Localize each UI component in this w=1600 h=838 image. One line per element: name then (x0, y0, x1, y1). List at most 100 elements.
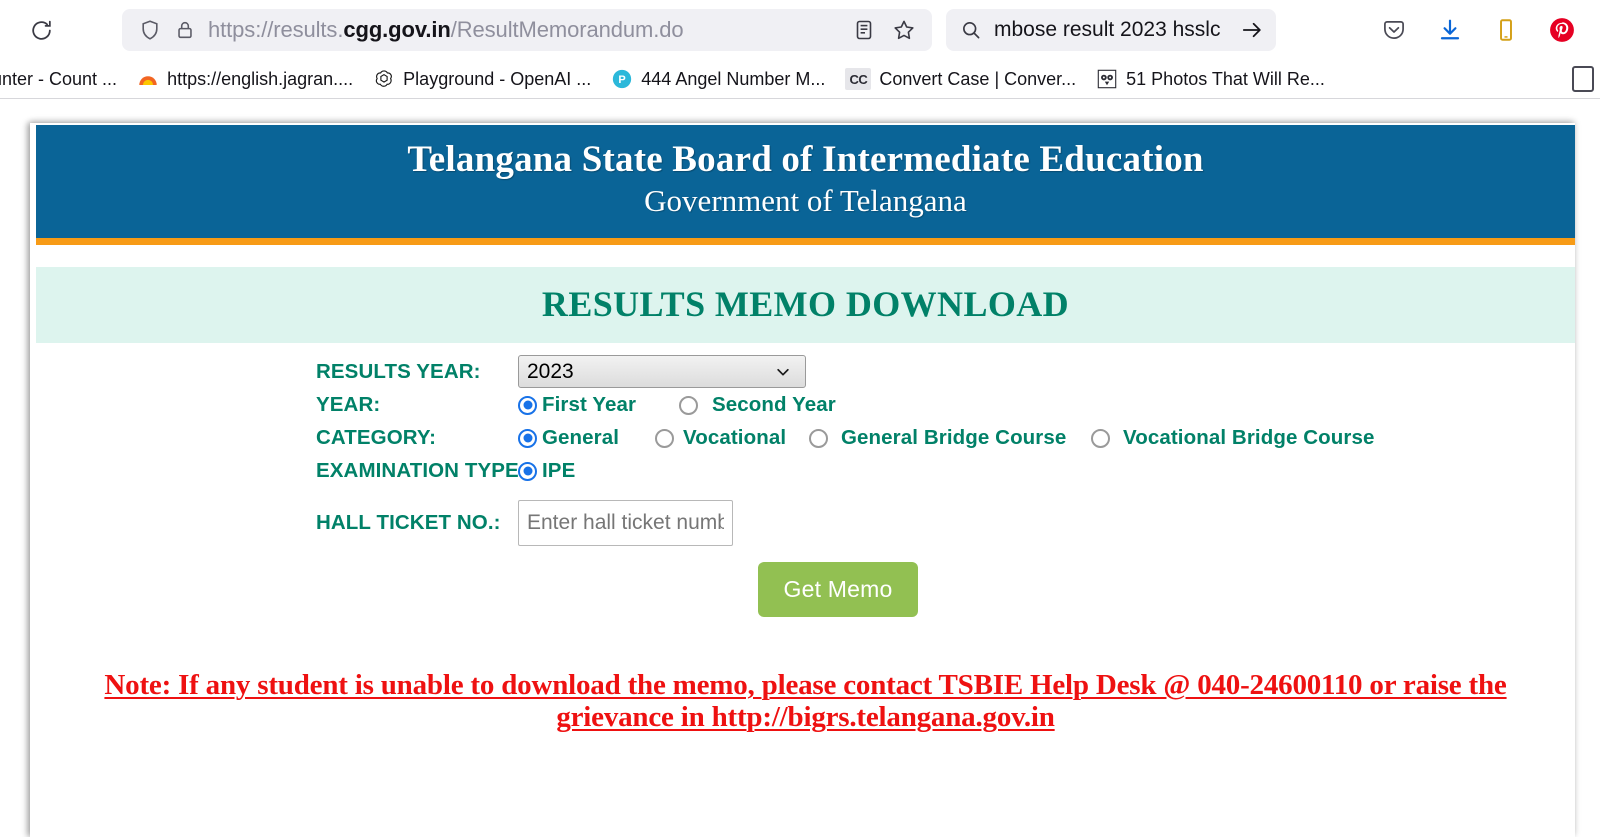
toolbar-extensions (1380, 16, 1590, 44)
year-label: YEAR: (316, 393, 381, 417)
pocket-button[interactable] (1380, 16, 1408, 44)
radio-indicator-selected[interactable] (518, 428, 537, 448)
cc-icon: CC (845, 68, 872, 90)
year-radio-group: First Year Second Year (518, 393, 836, 417)
arrow-right-icon[interactable] (1240, 18, 1264, 42)
pinterest-button[interactable] (1548, 16, 1576, 44)
results-banner: RESULTS MEMO DOWNLOAD (36, 266, 1575, 343)
svg-text:P: P (619, 74, 626, 86)
p-circle-icon-glyph: P (613, 69, 632, 89)
url-text: https://results.cgg.gov.in/ResultMemoran… (208, 17, 852, 43)
url-host: cgg.gov.in (343, 17, 451, 42)
url-prefix: https://results. (208, 17, 344, 42)
bookmark-label: https://english.jagran.... (167, 68, 354, 89)
memo-form: RESULTS YEAR: 2023 YEAR: First Year Seco… (36, 342, 1575, 734)
mobile-device-icon (1500, 19, 1512, 41)
radio-indicator[interactable] (809, 428, 828, 448)
help-note-text: Note: If any student is unable to downlo… (104, 668, 1507, 734)
radio-indicator-selected[interactable] (518, 461, 537, 481)
browser-chrome: https://results.cgg.gov.in/ResultMemoran… (0, 0, 1600, 99)
results-year-select-wrap: 2023 (518, 355, 806, 389)
bookmark-star-icon[interactable] (892, 18, 916, 42)
mobile-device-button[interactable] (1492, 16, 1520, 44)
p-circle-icon: P (611, 68, 633, 90)
header-gap (36, 244, 1575, 267)
bookmark-item[interactable]: unter - Count ... (0, 65, 127, 94)
radio-indicator[interactable] (655, 428, 674, 448)
radio-indicator-selected[interactable] (518, 395, 537, 415)
browser-toolbar: https://results.cgg.gov.in/ResultMemoran… (0, 0, 1600, 60)
openai-icon (373, 68, 395, 90)
url-path: /ResultMemorandum.do (450, 17, 684, 42)
address-bar[interactable]: https://results.cgg.gov.in/ResultMemoran… (122, 9, 932, 51)
get-memo-button[interactable]: Get Memo (758, 561, 918, 617)
results-year-select[interactable]: 2023 (518, 355, 806, 389)
bookmark-label: unter - Count ... (0, 68, 118, 89)
downloads-button[interactable] (1436, 16, 1464, 44)
jagran-icon-glyph (139, 76, 157, 85)
form-row-category: CATEGORY: General Vocational General Bri… (36, 422, 1575, 455)
radio-category-vocational[interactable]: Vocational (655, 426, 809, 450)
radio-label: General Bridge Course (841, 426, 1067, 450)
shield-icon[interactable] (138, 18, 162, 42)
radio-year-second[interactable]: Second Year (679, 393, 836, 417)
help-note: Note: If any student is unable to downlo… (36, 669, 1575, 734)
bookmark-overflow-item[interactable] (1572, 66, 1594, 92)
jagran-icon (137, 68, 159, 90)
downloads-icon (1440, 19, 1460, 40)
bookmark-label: Convert Case | Conver... (879, 68, 1077, 89)
address-bar-actions (852, 18, 922, 42)
search-bar[interactable]: mbose result 2023 hsslc (946, 9, 1276, 51)
pinterest-icon (1550, 18, 1574, 42)
bookmarks-bar: unter - Count ... https://english.jagran… (0, 60, 1600, 98)
radio-label: First Year (542, 393, 637, 417)
site-header: Telangana State Board of Intermediate Ed… (36, 125, 1575, 238)
radio-label: IPE (542, 459, 576, 483)
submit-row: Get Memo (36, 561, 1575, 617)
hall-ticket-input[interactable] (518, 499, 733, 546)
owl-icon-glyph (1097, 69, 1117, 89)
hall-ticket-label: HALL TICKET NO.: (316, 510, 501, 534)
radio-year-first[interactable]: First Year (518, 393, 679, 417)
search-icon (963, 22, 980, 39)
category-label: CATEGORY: (316, 426, 437, 450)
bookmark-item[interactable]: 51 Photos That Will Re... (1086, 64, 1335, 94)
page-subtitle: Government of Telangana (644, 183, 967, 219)
radio-category-vocational-bridge[interactable]: Vocational Bridge Course (1091, 426, 1374, 450)
openai-icon-glyph (375, 70, 393, 87)
exam-type-label: EXAMINATION TYPE : (316, 459, 532, 483)
page-shadow-frame: Telangana State Board of Intermediate Ed… (30, 123, 1575, 837)
bookmark-item[interactable]: Playground - OpenAI ... (363, 64, 601, 94)
orange-divider (36, 237, 1575, 245)
form-row-hall-ticket: HALL TICKET NO.: (36, 499, 1575, 546)
search-input[interactable]: mbose result 2023 hsslc (994, 18, 1228, 42)
reader-view-icon[interactable] (852, 18, 876, 42)
form-row-results-year: RESULTS YEAR: 2023 (36, 355, 1575, 389)
page-viewport: Telangana State Board of Intermediate Ed… (0, 99, 1600, 837)
lock-icon[interactable] (174, 19, 196, 41)
radio-indicator[interactable] (679, 395, 698, 415)
radio-label: General (542, 426, 620, 450)
radio-label: Vocational (683, 426, 787, 450)
category-radio-group: General Vocational General Bridge Course (518, 426, 1374, 450)
reload-icon (31, 20, 51, 40)
bookmark-label: 51 Photos That Will Re... (1126, 68, 1325, 89)
bookmark-item[interactable]: CC Convert Case | Conver... (835, 64, 1086, 94)
pocket-icon (1384, 21, 1404, 39)
radio-label: Vocational Bridge Course (1123, 426, 1375, 450)
bookmark-item[interactable]: P 444 Angel Number M... (601, 64, 835, 94)
radio-exam-type-ipe[interactable]: IPE (518, 459, 575, 483)
form-row-exam-type: EXAMINATION TYPE : IPE (36, 455, 1575, 488)
exam-type-radio-group: IPE (518, 459, 575, 483)
bookmark-label: 444 Angel Number M... (641, 68, 826, 89)
radio-indicator[interactable] (1091, 428, 1110, 448)
radio-label: Second Year (712, 393, 836, 417)
reload-button[interactable] (18, 7, 64, 53)
banner-title: RESULTS MEMO DOWNLOAD (541, 283, 1070, 324)
radio-category-general[interactable]: General (518, 426, 655, 450)
radio-category-general-bridge[interactable]: General Bridge Course (809, 426, 1091, 450)
owl-icon (1096, 68, 1118, 90)
results-year-label: RESULTS YEAR: (316, 359, 481, 383)
page-content: Telangana State Board of Intermediate Ed… (36, 125, 1575, 837)
bookmark-item[interactable]: https://english.jagran.... (127, 64, 363, 94)
